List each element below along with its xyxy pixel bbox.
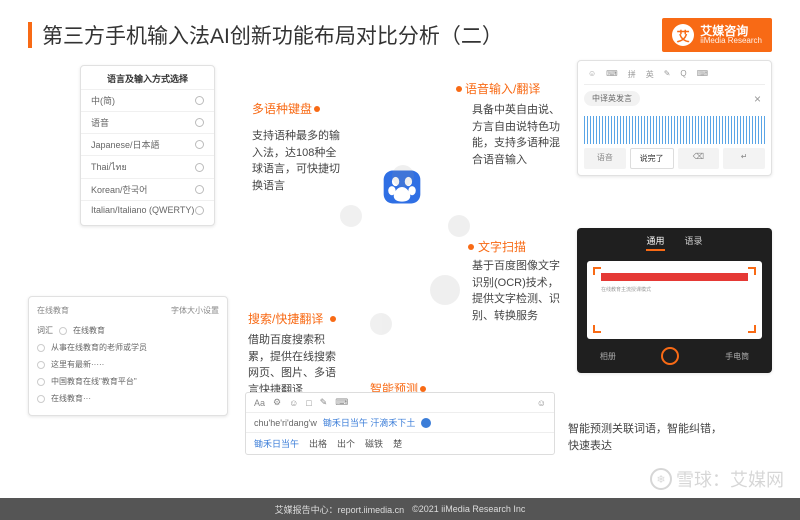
feature-predict-desc: 智能预测关联词语，智能纠错，快速表达 bbox=[568, 421, 728, 454]
list-item[interactable]: 从事在线教育的老师或学员 bbox=[37, 339, 219, 356]
language-panel: 语言及输入方式选择 中(简) 语音 Japanese/日本語 Thai/ไทย … bbox=[80, 65, 215, 226]
list-item[interactable]: Thai/ไทย bbox=[81, 155, 214, 178]
tab-write-icon[interactable]: ✎ bbox=[664, 69, 671, 80]
list-item[interactable]: Italian/Italiano (QWERTY) bbox=[81, 200, 214, 219]
list-item[interactable]: 中(简) bbox=[81, 89, 214, 111]
voice-mode-pill[interactable]: 中译英发言 bbox=[584, 91, 640, 106]
feature-ocr-label: 文字扫描 bbox=[478, 238, 526, 255]
search-panel: 在线教育 字体大小设置 词汇在线教育 从事在线教育的老师或学员 这里有最新···… bbox=[28, 296, 228, 416]
radio-icon[interactable] bbox=[195, 118, 204, 127]
tab-pinyin[interactable]: 拼 bbox=[628, 69, 636, 80]
tab-english[interactable]: 英 bbox=[646, 69, 654, 80]
language-panel-header: 语言及输入方式选择 bbox=[81, 72, 214, 89]
candidate-item[interactable]: 磁铁 bbox=[365, 437, 383, 450]
backspace-button[interactable]: ⌫ bbox=[678, 148, 720, 169]
album-icon[interactable]: 相册 bbox=[600, 351, 616, 362]
radio-icon[interactable] bbox=[59, 327, 67, 335]
baidu-icon bbox=[421, 418, 431, 428]
feature-voice-desc: 具备中英自由说、方言自由说特色功能，支持多语种混合语音输入 bbox=[472, 102, 562, 168]
waveform-icon bbox=[584, 116, 765, 144]
icon[interactable]: □ bbox=[306, 398, 311, 408]
ocr-preview: 在线教育主流授课模式 bbox=[587, 261, 762, 339]
footer-left: 艾媒报告中心：report.iimedia.cn bbox=[275, 503, 405, 516]
done-button[interactable]: 说完了 bbox=[630, 148, 674, 169]
close-icon[interactable]: × bbox=[754, 92, 765, 106]
enter-button[interactable]: ↵ bbox=[723, 148, 765, 169]
content-area: 多语种键盘 支持语种最多的输入法，达108种全球语言，可快捷切换语言 语音输入/… bbox=[0, 60, 800, 490]
list-item[interactable]: 这里有最新····· bbox=[37, 356, 219, 373]
feature-search-label: 搜索/快捷翻译 bbox=[248, 310, 323, 327]
feature-ocr-desc: 基于百度图像文字识别(OCR)技术，提供文字检测、识别、转换服务 bbox=[472, 258, 562, 324]
tab-keyboard-icon[interactable]: ⌨ bbox=[606, 69, 618, 80]
candidate-item[interactable]: 锄禾日当午 bbox=[254, 437, 299, 450]
col-label: 词汇 bbox=[37, 325, 53, 336]
dot-icon bbox=[330, 316, 336, 322]
tab-right[interactable]: 字体大小设置 bbox=[171, 305, 219, 316]
feature-search-desc: 借助百度搜索积累，提供在线搜索网页、图片、多语言快捷翻译 bbox=[248, 332, 338, 398]
brand-icon: 艾 bbox=[672, 24, 694, 46]
feature-voice-label: 语音输入/翻译 bbox=[465, 80, 540, 97]
candidate-item[interactable]: 出格 bbox=[309, 437, 327, 450]
list-item[interactable]: 语音 bbox=[81, 111, 214, 133]
list-item[interactable]: 中国教育在线"教育平台" bbox=[37, 373, 219, 390]
pinyin-text: chu'he'ri'dang'w bbox=[254, 418, 317, 428]
radio-icon[interactable] bbox=[195, 140, 204, 149]
flash-icon[interactable]: 手电筒 bbox=[725, 351, 749, 362]
suggestion-text[interactable]: 锄禾日当午 汗滴禾下土 bbox=[323, 416, 416, 429]
title-bar: 第三方手机输入法AI创新功能布局对比分析（二） bbox=[28, 20, 772, 50]
footer: 艾媒报告中心：report.iimedia.cn ©2021 iiMedia R… bbox=[0, 498, 800, 520]
radio-icon[interactable] bbox=[195, 206, 204, 215]
brand-badge: 艾 艾媒咨询 iiMedia Research bbox=[662, 18, 772, 52]
voice-panel: ☺ ⌨ 拼 英 ✎ Q ⌨ 中译英发言 × 语音 说完了 ⌫ ↵ bbox=[577, 60, 772, 176]
watermark-icon: ❄ bbox=[650, 468, 672, 490]
feature-multilang-label: 多语种键盘 bbox=[252, 100, 312, 117]
dot-icon bbox=[314, 106, 320, 112]
network-graphic bbox=[340, 165, 470, 335]
tab-emoji-icon[interactable]: ☺ bbox=[588, 69, 596, 80]
candidate-item[interactable]: 楚 bbox=[393, 437, 402, 450]
radio-icon[interactable] bbox=[195, 185, 204, 194]
shutter-button[interactable] bbox=[661, 347, 679, 365]
feature-multilang-desc: 支持语种最多的输入法，达108种全球语言，可快捷切换语言 bbox=[252, 128, 342, 194]
prediction-panel: Aa ⚙ ☺ □ ✎ ⌨ ☺ chu'he'ri'dang'w 锄禾日当午 汗滴… bbox=[245, 392, 555, 455]
title-accent bbox=[28, 22, 32, 48]
emoji-icon[interactable]: ☺ bbox=[537, 398, 546, 408]
brand-en: iiMedia Research bbox=[700, 37, 762, 45]
list-item[interactable]: 在线教育··· bbox=[37, 390, 219, 407]
radio-icon[interactable] bbox=[195, 163, 204, 172]
page-title: 第三方手机输入法AI创新功能布局对比分析（二） bbox=[42, 20, 503, 50]
tab-kb-icon[interactable]: ⌨ bbox=[697, 69, 709, 80]
gear-icon[interactable]: ⚙ bbox=[273, 397, 281, 408]
radio-icon[interactable] bbox=[195, 96, 204, 105]
dot-icon bbox=[468, 244, 474, 250]
tab-general[interactable]: 通用 bbox=[646, 234, 664, 251]
list-item[interactable]: Korean/한국어 bbox=[81, 178, 214, 200]
ocr-preview-text: 在线教育主流授课模式 bbox=[601, 287, 748, 294]
watermark: ❄ 雪球：艾媒网 bbox=[650, 466, 784, 492]
tab-search-icon[interactable]: Q bbox=[680, 69, 686, 80]
voice-btn[interactable]: 语音 bbox=[584, 148, 626, 169]
tab-left[interactable]: 在线教育 bbox=[37, 305, 69, 316]
footer-right: ©2021 iiMedia Research Inc bbox=[412, 504, 525, 514]
icon[interactable]: Aa bbox=[254, 398, 265, 408]
tab-quote[interactable]: 语录 bbox=[685, 234, 703, 251]
keyboard-icon[interactable]: ⌨ bbox=[335, 397, 348, 408]
edit-icon[interactable]: ✎ bbox=[320, 397, 328, 408]
ocr-panel: 通用 语录 在线教育主流授课模式 相册 手电筒 bbox=[577, 228, 772, 373]
dot-icon bbox=[456, 86, 462, 92]
emoji-icon[interactable]: ☺ bbox=[289, 398, 298, 408]
candidate-item[interactable]: 出个 bbox=[337, 437, 355, 450]
list-item[interactable]: Japanese/日本語 bbox=[81, 133, 214, 155]
